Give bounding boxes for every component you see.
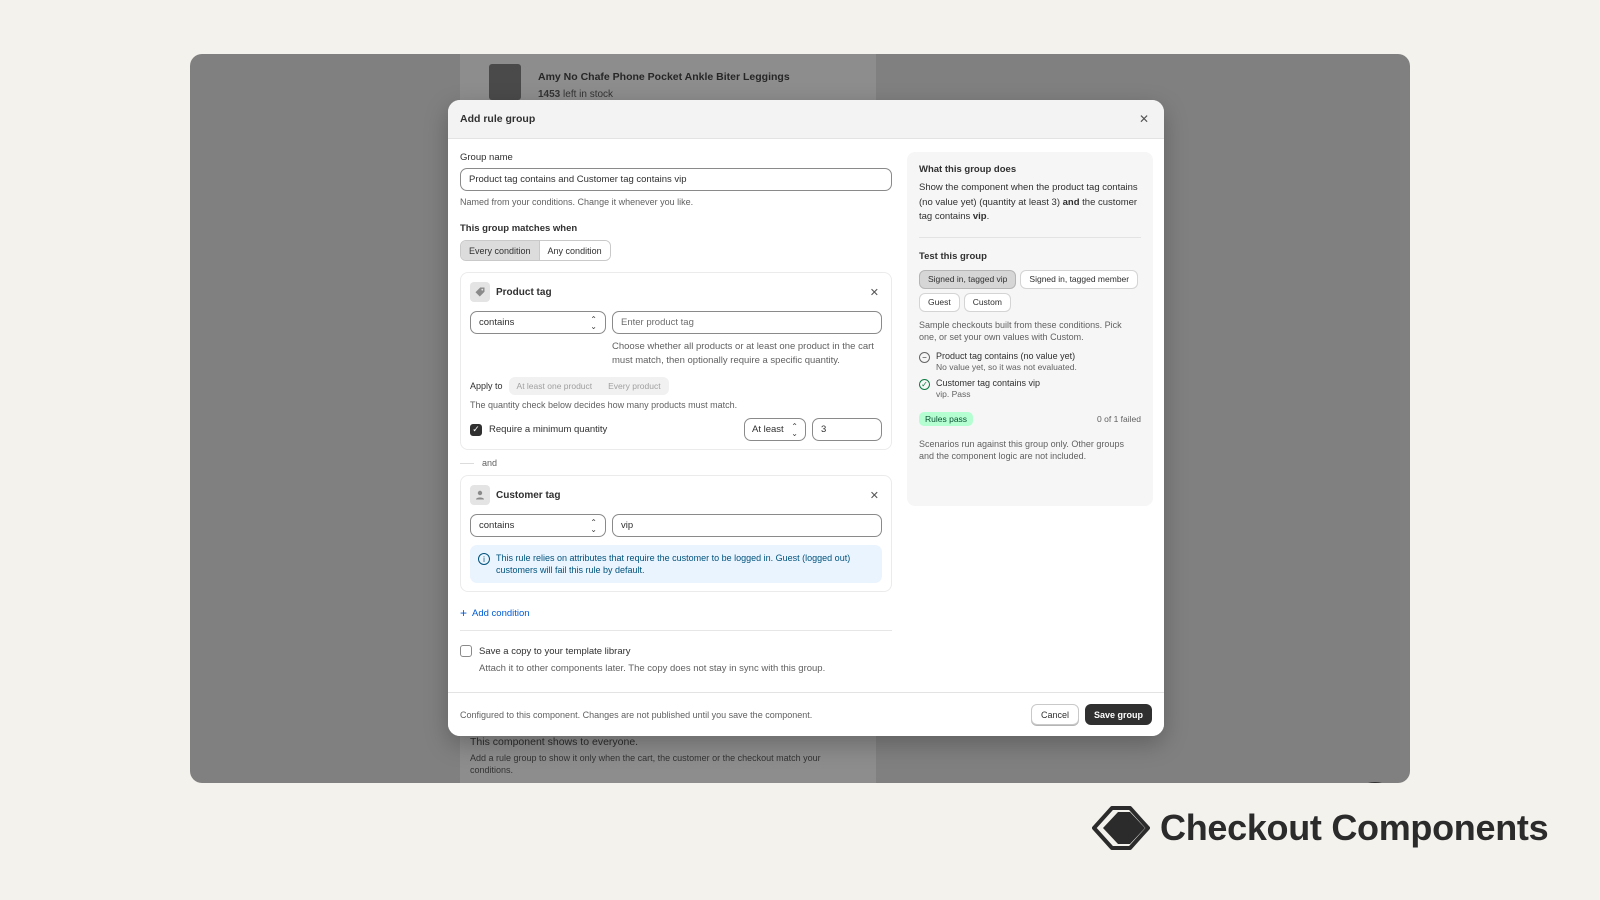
person-icon xyxy=(470,485,490,505)
min-quantity-label: Require a minimum quantity xyxy=(489,424,608,435)
summary-heading: What this group does xyxy=(919,164,1017,175)
customer-tag-input[interactable]: vip xyxy=(612,514,882,537)
summary-text-end: . xyxy=(986,211,990,222)
result-title: Customer tag contains vip xyxy=(936,377,1041,388)
rule-editor: Group name Product tag contains and Cust… xyxy=(460,152,892,674)
product-operator-select[interactable]: contains ⌃ ⌄ xyxy=(470,311,606,334)
match-every-condition[interactable]: Every condition xyxy=(461,241,540,260)
notice-text: This rule relies on attributes that requ… xyxy=(496,553,851,575)
product-stock: 1453 left in stock xyxy=(538,89,613,100)
apply-at-least-one[interactable]: At least one product xyxy=(509,381,601,391)
visibility-status: This component shows to everyone. xyxy=(470,736,639,748)
customer-operator-value: contains xyxy=(479,520,515,531)
close-icon: ✕ xyxy=(1138,112,1150,126)
failed-count: 0 of 1 failed xyxy=(1097,413,1141,424)
matches-label: This group matches when xyxy=(460,223,578,234)
scenario-guest[interactable]: Guest xyxy=(919,292,960,312)
visibility-hint: Add a rule group to show it only when th… xyxy=(470,753,821,775)
scenario-custom[interactable]: Custom xyxy=(963,292,1011,312)
add-condition-label: Add condition xyxy=(472,607,530,619)
remove-condition-button[interactable]: ✕ xyxy=(870,286,882,299)
group-name-label: Group name xyxy=(460,152,513,163)
result-sub: vip. Pass xyxy=(936,388,971,399)
chevron-up-down-icon: ⌃ ⌄ xyxy=(791,421,798,438)
scenario-signed-in-vip[interactable]: Signed in, tagged vip xyxy=(919,269,1017,289)
login-required-notice: i This rule relies on attributes that re… xyxy=(470,545,882,583)
apply-to-toggle: At least one product Every product xyxy=(508,377,669,395)
test-heading: Test this group xyxy=(919,250,987,262)
condition-card-product-tag: Product tag ✕ contains ⌃ ⌄ Enter product … xyxy=(460,272,892,450)
summary-footnote: Scenarios run against this group only. O… xyxy=(919,438,1124,461)
quantity-operator-value: At least xyxy=(752,424,784,435)
customer-operator-select[interactable]: contains ⌃ ⌄ xyxy=(470,514,606,537)
minus-circle-icon: − xyxy=(919,351,930,363)
condition-title: Product tag xyxy=(496,286,552,298)
floating-action-button[interactable] xyxy=(1350,782,1400,783)
chevron-up-down-icon: ⌃ ⌄ xyxy=(590,314,597,331)
quantity-operator-select[interactable]: At least ⌃ ⌄ xyxy=(744,418,806,441)
close-modal-button[interactable]: ✕ xyxy=(1136,112,1152,126)
add-condition-button[interactable]: + Add condition xyxy=(460,606,892,620)
apply-every-product[interactable]: Every product xyxy=(600,381,668,391)
condition-joiner: and xyxy=(460,457,892,469)
summary-text-vip: vip xyxy=(972,211,987,222)
modal-header: Add rule group ✕ xyxy=(448,100,1164,139)
checkmark-icon: ✓ xyxy=(472,424,480,434)
cancel-button[interactable]: Cancel xyxy=(1030,704,1079,725)
stock-count: 1453 xyxy=(538,89,561,100)
result-sub: No value yet, so it was not evaluated. xyxy=(936,361,1077,372)
brand-logo-icon xyxy=(1092,806,1150,850)
modal-title: Add rule group xyxy=(460,113,536,125)
rules-pass-badge: Rules pass xyxy=(919,411,974,426)
quantity-hint: The quantity check below decides how man… xyxy=(470,400,738,410)
add-rule-group-modal: Add rule group ✕ Group name Product tag … xyxy=(448,100,1164,736)
close-icon: ✕ xyxy=(869,489,879,502)
condition-card-customer-tag: Customer tag ✕ contains ⌃ ⌄ vip i This ru… xyxy=(460,475,892,592)
save-copy-checkbox[interactable] xyxy=(460,645,472,657)
summary-text: Show the component when the product tag … xyxy=(919,181,1141,225)
chevron-up-down-icon: ⌃ ⌄ xyxy=(590,517,597,534)
info-icon: i xyxy=(478,553,490,565)
group-name-hint: Named from your conditions. Change it wh… xyxy=(460,197,694,207)
match-mode-toggle: Every condition Any condition xyxy=(460,240,611,261)
product-thumbnail xyxy=(489,64,521,100)
product-help-text: Choose whether all products or at least … xyxy=(612,341,874,366)
save-group-button[interactable]: Save group xyxy=(1084,704,1152,725)
min-quantity-checkbox[interactable]: ✓ xyxy=(470,423,482,436)
plus-icon: + xyxy=(460,606,468,620)
quantity-input[interactable]: 3 xyxy=(812,418,882,441)
footer-note: Configured to this component. Changes ar… xyxy=(460,709,813,720)
match-any-condition[interactable]: Any condition xyxy=(539,241,610,260)
close-icon: ✕ xyxy=(869,286,879,299)
stock-suffix: left in stock xyxy=(563,89,614,100)
scenario-hint: Sample checkouts built from these condit… xyxy=(919,319,1122,342)
save-copy-label: Save a copy to your template library xyxy=(479,645,631,657)
check-circle-icon: ✓ xyxy=(919,378,930,390)
product-title: Amy No Chafe Phone Pocket Ankle Biter Le… xyxy=(538,71,790,83)
product-tag-input[interactable]: Enter product tag xyxy=(612,311,882,334)
result-title: Product tag contains (no value yet) xyxy=(936,350,1076,361)
product-operator-value: contains xyxy=(479,317,515,328)
apply-to-label: Apply to xyxy=(470,381,503,391)
group-summary-panel: What this group does Show the component … xyxy=(907,152,1153,506)
remove-condition-button[interactable]: ✕ xyxy=(870,489,882,502)
scenario-signed-in-member[interactable]: Signed in, tagged member xyxy=(1020,269,1139,289)
group-name-input[interactable]: Product tag contains and Customer tag co… xyxy=(460,168,892,191)
tag-icon xyxy=(470,282,490,302)
brand-mark: Checkout Components xyxy=(1092,806,1549,850)
scenario-chips: Signed in, tagged vip Signed in, tagged … xyxy=(919,269,1139,312)
result-row: − Product tag contains (no value yet) No… xyxy=(919,351,1141,372)
save-copy-hint: Attach it to other components later. The… xyxy=(479,663,826,674)
result-row: ✓ Customer tag contains vip vip. Pass xyxy=(919,378,1141,399)
joiner-label: and xyxy=(482,458,498,468)
condition-title: Customer tag xyxy=(496,489,561,501)
modal-footer: Configured to this component. Changes ar… xyxy=(448,692,1164,736)
summary-text-and: and xyxy=(1062,196,1080,208)
brand-name: Checkout Components xyxy=(1160,807,1549,848)
